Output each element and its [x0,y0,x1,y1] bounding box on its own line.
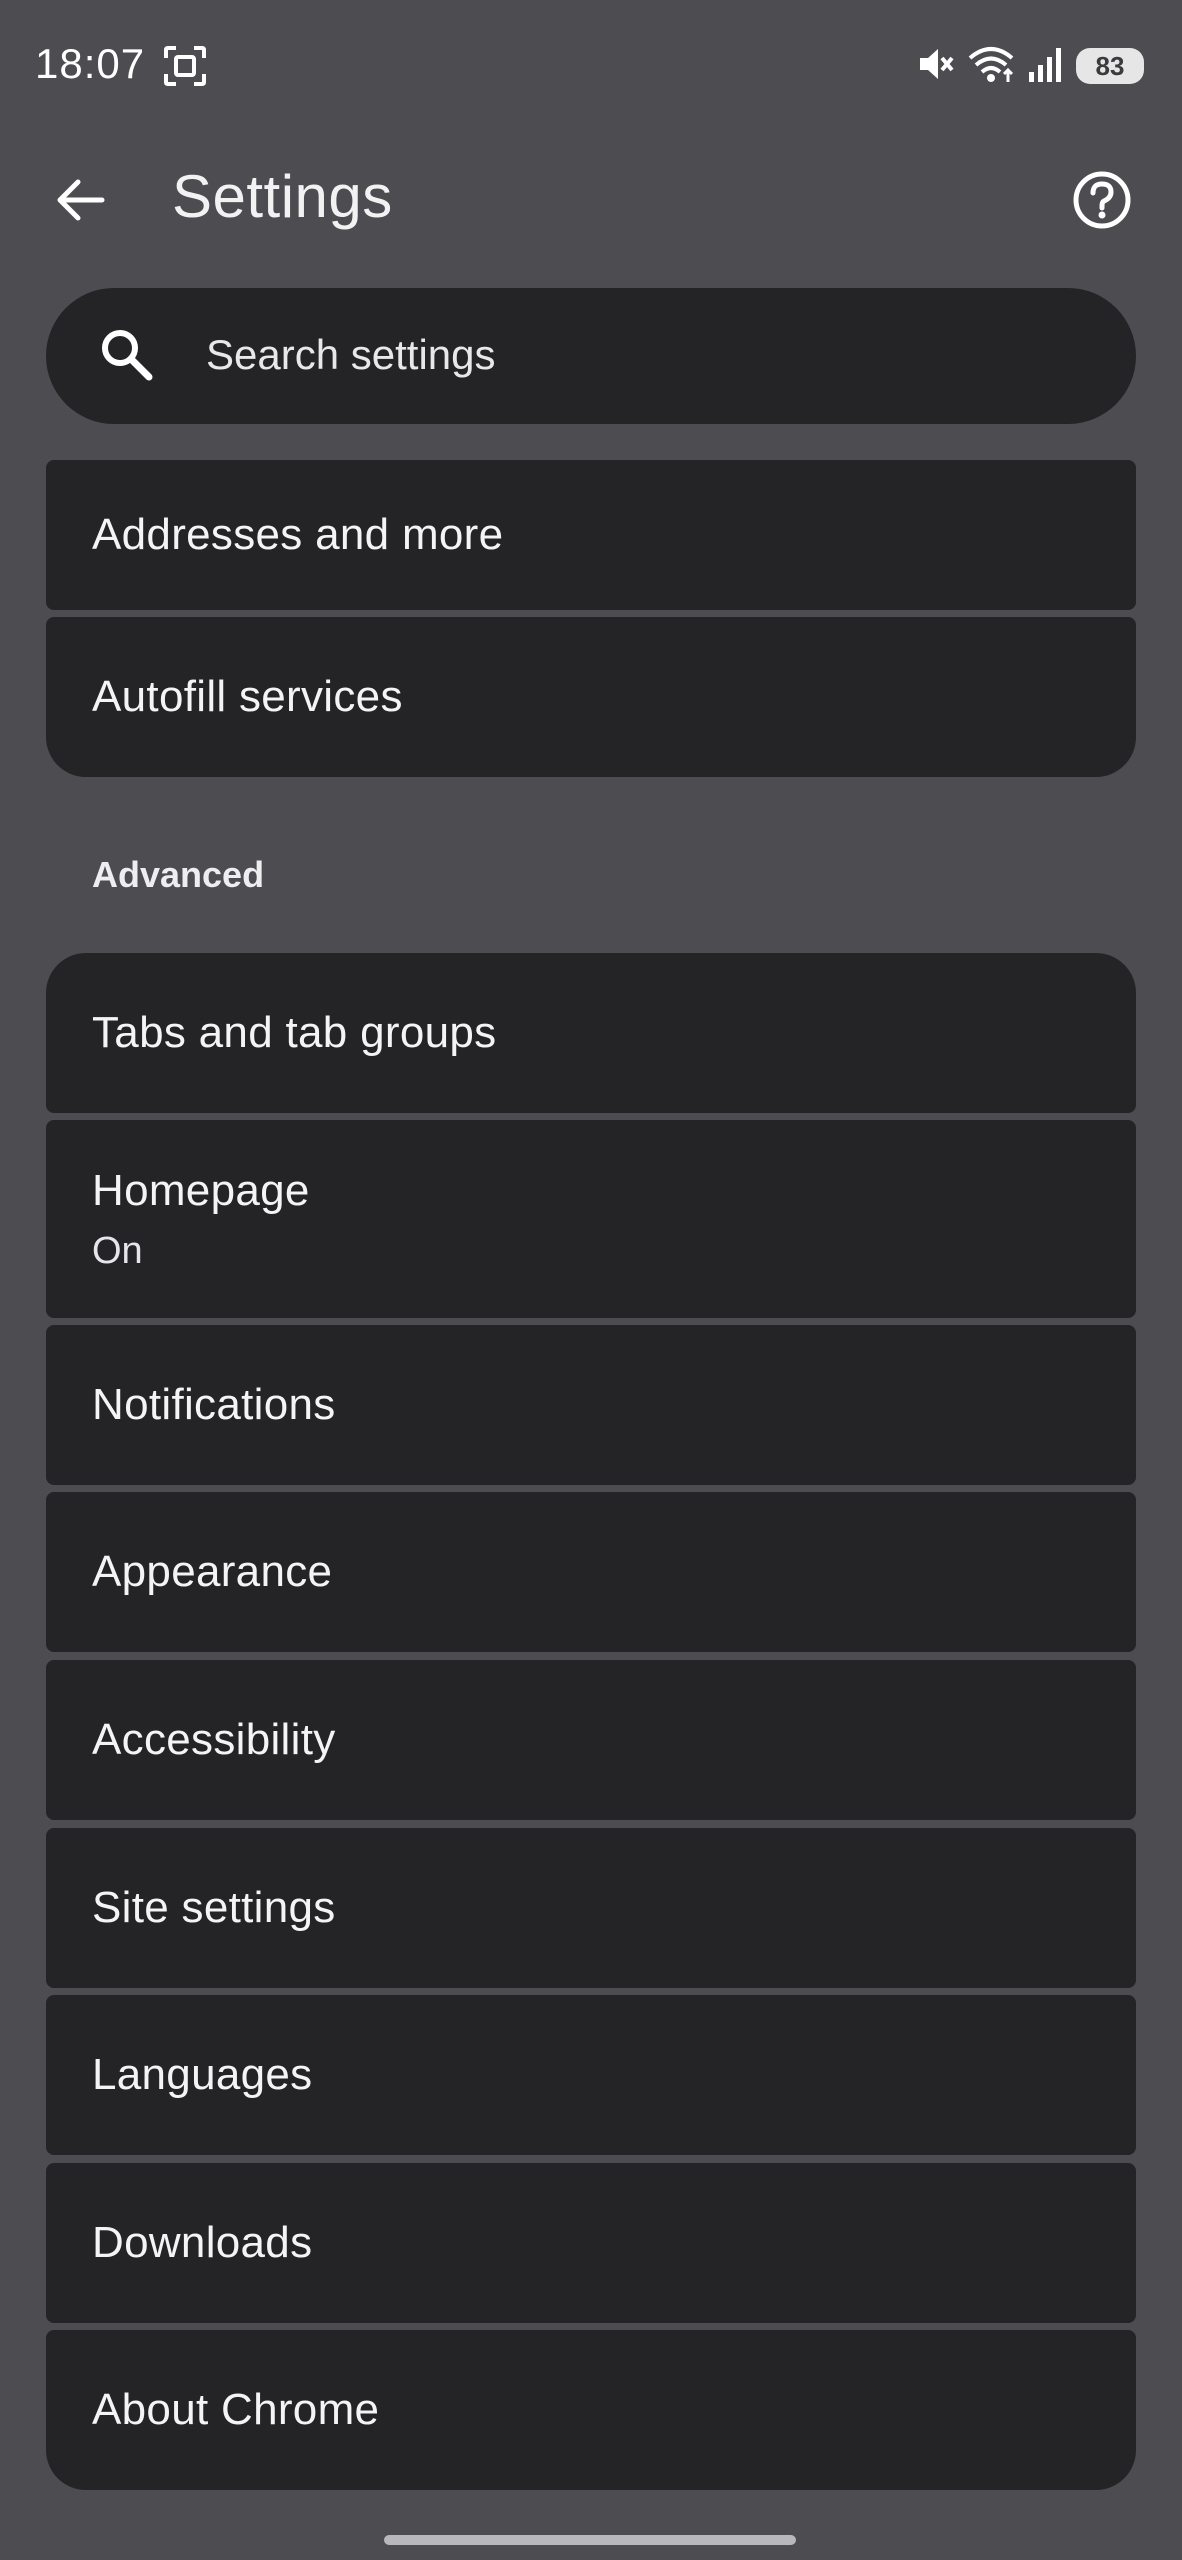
status-icons: 83 [916,40,1144,92]
list-item-languages[interactable]: Languages [46,1995,1136,2155]
list-item-label: Homepage [92,1165,310,1215]
search-placeholder: Search settings [206,331,496,378]
list-item-label: Tabs and tab groups [92,1008,497,1057]
list-item-label: Downloads [92,2218,313,2267]
list-item-label: Addresses and more [92,510,504,559]
back-arrow-icon [57,179,105,221]
list-item-downloads[interactable]: Downloads [46,2163,1136,2323]
help-icon [1073,171,1131,229]
list-item-about-chrome[interactable]: About Chrome [46,2330,1136,2490]
list-item-accessibility[interactable]: Accessibility [46,1660,1136,1820]
list-item-tabs-and-tab-groups[interactable]: Tabs and tab groups [46,953,1136,1113]
list-item-label: Accessibility [92,1715,336,1764]
gesture-handle[interactable] [384,2535,796,2545]
list-item-site-settings[interactable]: Site settings [46,1828,1136,1988]
help-button[interactable] [1062,160,1142,240]
section-header-advanced: Advanced [92,854,265,895]
list-item-label: Appearance [92,1547,333,1596]
list-item-notifications[interactable]: Notifications [46,1325,1136,1485]
list-item-addresses-and-more[interactable]: Addresses and more [46,460,1136,610]
list-item-homepage[interactable]: Homepage On [46,1120,1136,1318]
status-bar: 18:07 83 [0,0,1182,130]
status-time: 18:07 [35,40,146,87]
wifi-icon [966,44,1016,89]
list-item-label: About Chrome [92,2385,380,2434]
mute-icon [916,44,956,89]
app-bar: Settings [0,130,1182,260]
search-icon [96,324,160,388]
back-button[interactable] [40,160,120,240]
list-item-label: Languages [92,2050,313,2099]
list-item-label: Autofill services [92,672,403,721]
list-item-label: Notifications [92,1380,336,1429]
list-item-autofill-services[interactable]: Autofill services [46,617,1136,777]
list-item-label: Site settings [92,1883,336,1932]
page-title: Settings [172,163,393,230]
signal-icon [1026,44,1066,89]
search-input[interactable]: Search settings [46,288,1136,424]
list-item-appearance[interactable]: Appearance [46,1492,1136,1652]
screenshot-icon [162,44,208,88]
battery-icon: 83 [1076,48,1144,84]
list-item-sublabel: On [92,1229,143,1272]
